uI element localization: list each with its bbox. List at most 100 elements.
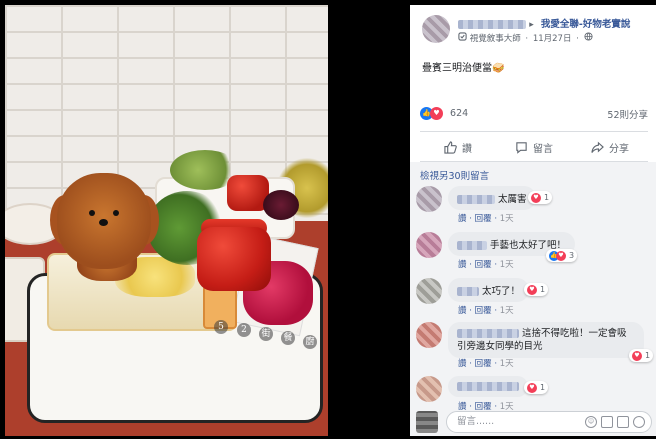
post-caption: 疊賓三明治便當🥪	[422, 59, 504, 74]
comment-reactions[interactable]: ♥ 1	[524, 381, 549, 394]
post-photo[interactable]: 5 2 街 餐 廚	[5, 5, 328, 436]
comment-like-link[interactable]: 讚	[458, 214, 467, 224]
comment-reaction-count: 1	[540, 285, 546, 294]
watermark-char: 2	[237, 323, 251, 337]
comment-text: 太巧了！	[482, 286, 521, 297]
caption-text: 疊賓三明治便當	[422, 63, 492, 74]
thumbs-up-icon	[444, 140, 457, 154]
comment-input-placeholder: 留言......	[457, 416, 495, 427]
comment-composer: 留言...... ☺	[416, 411, 652, 433]
comment-input[interactable]: 留言...... ☺	[446, 411, 652, 433]
love-reaction-icon: ♥	[632, 350, 642, 361]
comment-reaction-count: 3	[569, 251, 575, 260]
comment-time[interactable]: 1天	[500, 214, 514, 224]
comment-reactions[interactable]: ♥ 1	[528, 191, 553, 204]
dog-eye	[89, 210, 95, 216]
comment-reply-link[interactable]: 回覆	[475, 359, 492, 369]
comment-button[interactable]: 留言	[496, 136, 572, 158]
shares-count[interactable]: 52則分享	[607, 107, 648, 121]
sticker-icon[interactable]	[633, 416, 645, 428]
commenter-name-blurred[interactable]	[457, 287, 479, 296]
red-sauce-jar	[197, 227, 271, 291]
comment-icon	[516, 141, 527, 154]
comment-item: 太厲害 ♥ 1 讚 · 回覆 · 1天	[416, 186, 652, 224]
comment-text: 太厲害	[498, 194, 527, 205]
post-panel: ▸ 我愛全聯-好物老實說 視覺敘事大師 · 11月27日 · 疊賓三明治便當🥪 …	[410, 5, 656, 436]
comment-time[interactable]: 1天	[500, 260, 514, 270]
comment-bubble: 這捨不得吃啦！一定會吸引旁邊女同學的目光	[448, 322, 644, 358]
berries	[263, 190, 299, 220]
comment-reply-link[interactable]: 回覆	[475, 260, 492, 270]
dog-nose	[99, 219, 108, 226]
gif-icon[interactable]	[617, 416, 629, 428]
comment-reply-link[interactable]: 回覆	[475, 306, 492, 316]
audience-globe-icon[interactable]	[584, 32, 593, 41]
share-button[interactable]: 分享	[572, 136, 648, 158]
watermark-char: 街	[259, 327, 273, 341]
comment-time[interactable]: 1天	[500, 359, 514, 369]
love-reaction-icon: ♥	[527, 382, 537, 393]
comments-section: 檢視另30則留言 太厲害 ♥ 1 讚 · 回覆 · 1天 手藝也太好了吧！ 👍 …	[410, 162, 656, 436]
reaction-summary: 👍 ♥ 624 52則分享	[420, 107, 648, 121]
love-reaction-icon: ♥	[531, 192, 541, 203]
badge-label: 視覺敘事大師	[469, 34, 521, 44]
comment-reactions[interactable]: 👍 ♥ 3	[546, 249, 578, 262]
poster-name-blurred[interactable]	[458, 19, 526, 29]
group-name-link[interactable]: 我愛全聯-好物老實說	[541, 19, 630, 30]
share-icon	[591, 141, 604, 153]
comment-reply-link[interactable]: 回覆	[475, 214, 492, 224]
commenter-name-blurred[interactable]	[457, 329, 519, 338]
love-reaction-icon[interactable]: ♥	[430, 107, 443, 120]
comment-label: 留言	[533, 143, 553, 155]
comment-item: 太巧了！ ♥ 1 讚 · 回覆 · 1天	[416, 278, 652, 316]
comment-item: 這捨不得吃啦！一定會吸引旁邊女同學的目光 ♥ 1 讚 · 回覆 · 1天	[416, 322, 654, 370]
post-date[interactable]: 11月27日	[533, 34, 572, 44]
post-meta: 視覺敘事大師 · 11月27日 ·	[458, 32, 593, 44]
share-label: 分享	[609, 143, 629, 155]
commenter-avatar[interactable]	[416, 322, 442, 348]
comment-like-link[interactable]: 讚	[458, 359, 467, 369]
commenter-name-blurred[interactable]	[457, 382, 519, 391]
comment-reactions[interactable]: ♥ 1	[629, 349, 654, 362]
comment-bubble	[448, 376, 528, 397]
watermark-char: 廚	[303, 335, 317, 349]
comment-like-link[interactable]: 讚	[458, 260, 467, 270]
post-header: ▸ 我愛全聯-好物老實說	[458, 16, 630, 30]
watermark-char: 5	[214, 320, 228, 334]
comment-reaction-count: 1	[544, 193, 550, 202]
comment-reaction-count: 1	[645, 351, 651, 360]
current-user-avatar	[416, 411, 438, 433]
comment-time[interactable]: 1天	[500, 306, 514, 316]
comment-item: ♥ 1 讚 · 回覆 · 1天	[416, 376, 652, 412]
comment-like-link[interactable]: 讚	[458, 306, 467, 316]
comment-reaction-count: 1	[540, 383, 546, 392]
like-button[interactable]: 讚	[420, 136, 496, 158]
sandwich-emoji-icon: 🥪	[492, 63, 505, 74]
poster-avatar[interactable]	[422, 15, 450, 43]
view-more-comments-link[interactable]: 檢視另30則留言	[420, 168, 489, 182]
love-reaction-icon: ♥	[556, 250, 566, 261]
comment-bubble: 太巧了！	[448, 278, 530, 302]
watermark-char: 餐	[281, 331, 295, 345]
like-label: 讚	[462, 143, 472, 155]
comment-actions: 讚 · 回覆 · 1天	[458, 306, 514, 316]
commenter-avatar[interactable]	[416, 278, 442, 304]
badge-icon	[458, 32, 467, 41]
commenter-avatar[interactable]	[416, 186, 442, 212]
camera-icon[interactable]	[601, 416, 613, 428]
commenter-name-blurred[interactable]	[457, 241, 487, 250]
commenter-name-blurred[interactable]	[457, 195, 495, 204]
commenter-avatar[interactable]	[416, 376, 442, 402]
comment-actions: 讚 · 回覆 · 1天	[458, 214, 514, 224]
love-reaction-icon: ♥	[527, 284, 537, 295]
commenter-avatar[interactable]	[416, 232, 442, 258]
dog-eye	[113, 210, 119, 216]
comment-reactions[interactable]: ♥ 1	[524, 283, 549, 296]
comment-item: 手藝也太好了吧！ 👍 ♥ 3 讚 · 回覆 · 1天	[416, 232, 652, 270]
comment-actions: 讚 · 回覆 · 1天	[458, 260, 514, 270]
chevron-right-icon: ▸	[529, 20, 534, 30]
reactions-count[interactable]: 624	[450, 108, 468, 119]
comment-actions: 讚 · 回覆 · 1天	[458, 359, 514, 369]
composer-icons: ☺	[585, 416, 645, 428]
emoji-icon[interactable]: ☺	[585, 416, 597, 428]
